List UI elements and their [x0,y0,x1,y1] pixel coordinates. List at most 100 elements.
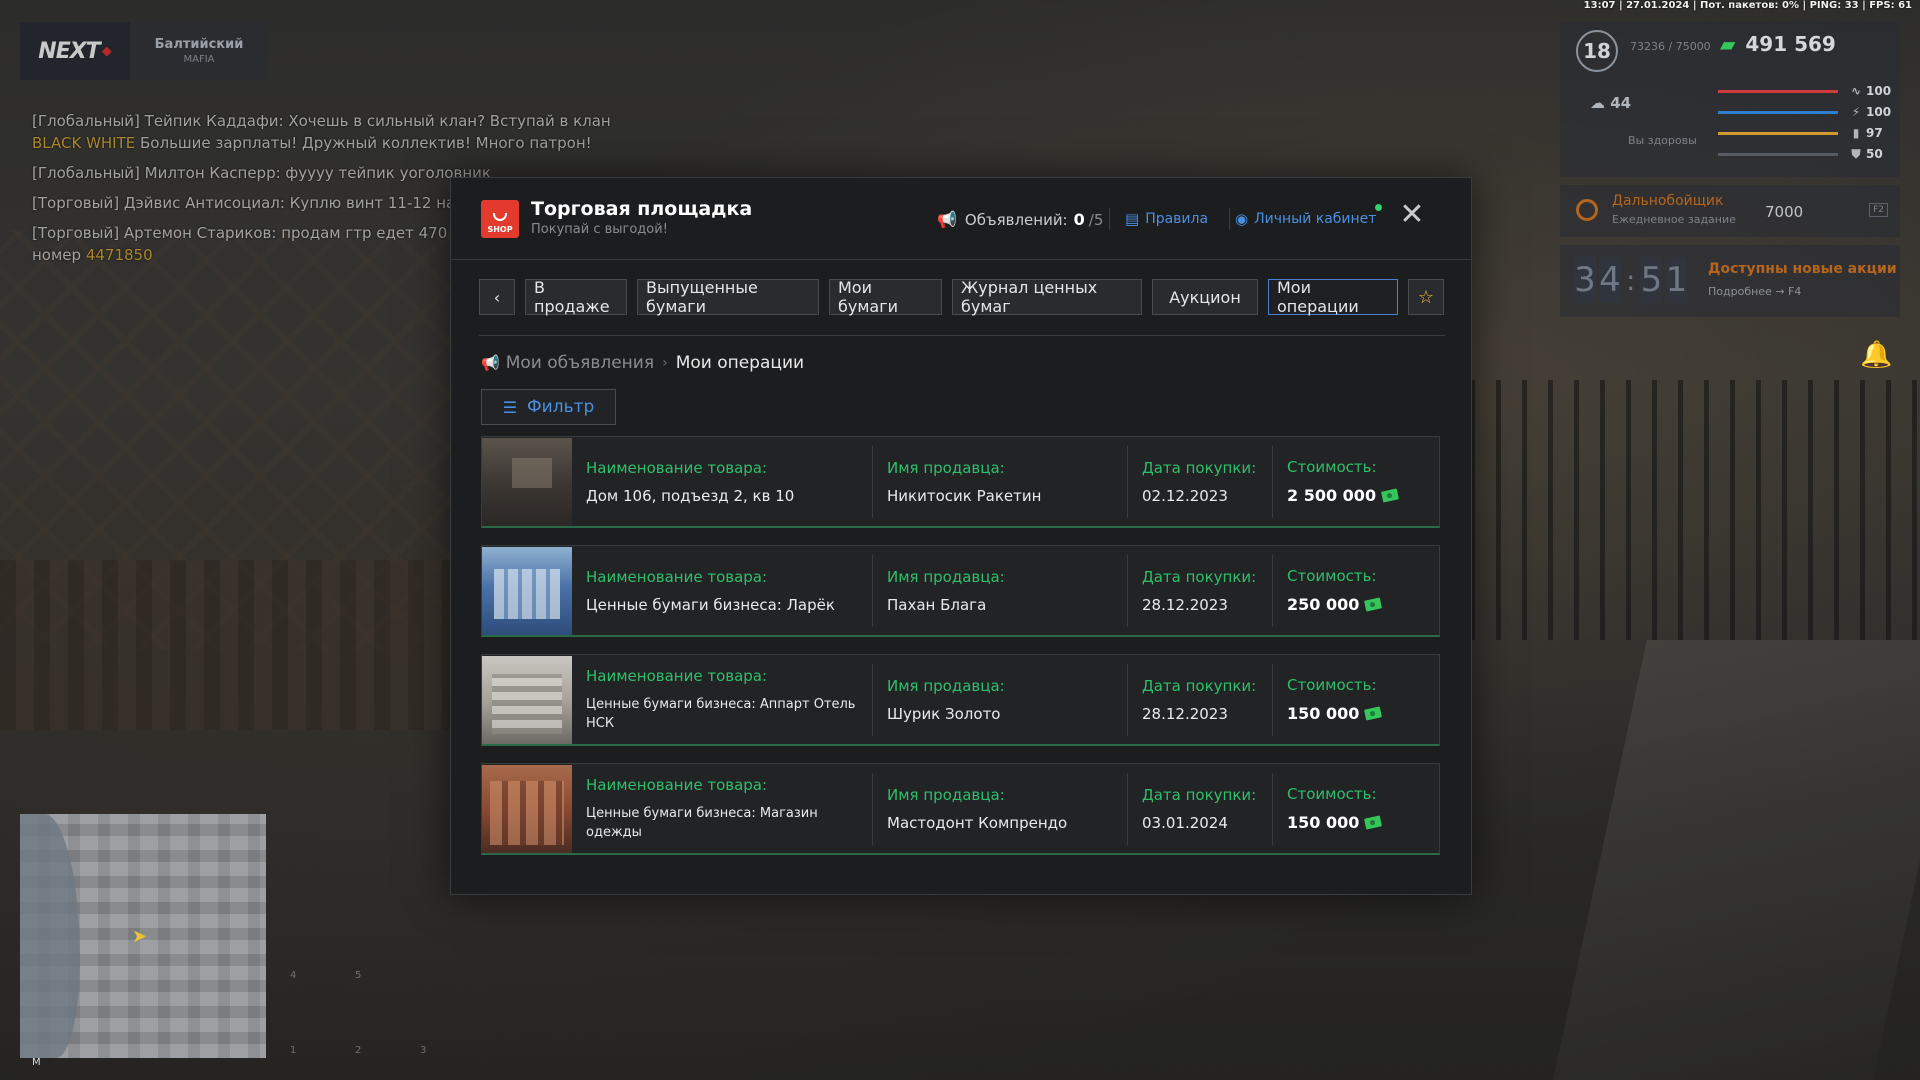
operation-row[interactable]: Наименование товара: Ценные бумаги бизне… [481,545,1440,637]
money-icon [1364,815,1383,830]
item-name-cell: Наименование товара: Ценные бумаги бизне… [572,555,872,627]
seller-name: Никитосик Ракетин [887,486,1042,505]
server-info: Балтийский MAFIA [130,22,268,80]
cabinet-link[interactable]: ◉ Личный кабинет [1235,210,1376,228]
purchase-date: 28.12.2023 [1142,704,1228,723]
server-name: Балтийский [154,37,244,52]
item-name: Ценные бумаги бизнеса: Магазин одежды [586,805,818,840]
server-logo: NEXT ◆ Балтийский MAFIA [20,22,268,80]
seller-cell: Имя продавца: Мастодонт Компрендо [872,772,1127,845]
level-badge: 18 [1576,30,1618,72]
player-arrow-icon: ➤ [132,926,148,947]
food-icon: ▮ [1852,126,1860,140]
shop-logo: SHOP [481,200,519,238]
breadcrumb: 📢 Мои объявления › Мои операции [481,353,804,373]
modal-title: Торговая площадка [531,198,753,220]
ads-max: /5 [1088,210,1104,229]
timer-digit: 3 [1574,257,1596,303]
header-divider [1229,208,1230,230]
price-cell: Стоимость: 2 500 000 [1272,445,1439,518]
header-divider [1109,208,1110,230]
tab-securities-journal[interactable]: Журнал ценных бумаг [952,278,1142,316]
sliders-icon: ☰ [502,397,518,417]
seller-name: Шурик Золото [887,704,1001,723]
megaphone-icon: 📢 [937,210,957,229]
date-cell: Дата покупки: 28.12.2023 [1127,663,1272,736]
daily-quest[interactable]: Дальнобойщик Ежедневное задание 7000 F2 [1560,185,1900,237]
logo-rp-mark: ◆ [101,43,112,59]
filter-button[interactable]: ☰ Фильтр [481,389,616,425]
tab-bar: ‹ В продаже Выпущенные бумаги Мои бумаги… [479,278,1454,316]
item-thumbnail [482,437,572,526]
hotbar: 4 5 1 2 3 [280,925,510,1065]
water-bar [1718,110,1838,114]
tab-issued-papers[interactable]: Выпущенные бумаги [637,278,819,316]
chat-line: [Глобальный] Тейпик Каддафи: Хочешь в си… [32,112,611,152]
tab-for-sale[interactable]: В продаже [525,278,627,316]
minimap-water [20,814,80,1058]
price-cell: Стоимость: 150 000 [1272,772,1439,845]
item-thumbnail [482,764,572,853]
timer-digit: 1 [1665,257,1688,303]
money-icon [1364,597,1383,612]
heartbeat-bar [1718,89,1838,93]
rules-link[interactable]: ▤ Правила [1125,210,1208,228]
tab-divider [479,335,1445,336]
seller-cell: Имя продавца: Шурик Золото [872,663,1127,736]
next-logo: NEXT ◆ [20,22,130,80]
item-name: Ценные бумаги бизнеса: Ларёк [586,595,835,614]
timer-separator: : [1626,263,1636,297]
promo-timer: 3 4 : 5 1 [1574,257,1690,303]
tab-my-operations[interactable]: Мои операции [1268,278,1398,316]
cloud-icon: ☁ [1590,94,1611,112]
date-cell: Дата покупки: 02.12.2023 [1127,445,1272,518]
quest-hotkey: F2 [1869,203,1888,217]
tab-auction[interactable]: Аукцион [1152,279,1258,315]
hotbar-slot: 1 [290,1045,297,1056]
exp-counter: 73236 / 75000 [1630,40,1711,53]
bell-icon[interactable]: 🔔 [1860,340,1892,370]
item-name-cell: Наименование товара: Дом 106, подъезд 2,… [572,446,872,518]
promo-panel[interactable]: 3 4 : 5 1 Доступны новые акции Подробнее… [1560,245,1900,317]
tab-my-papers[interactable]: Мои бумаги [829,278,942,316]
item-thumbnail [482,655,572,744]
food-bar [1718,131,1838,135]
hotbar-slot: 4 [290,970,297,981]
seller-name: Мастодонт Компрендо [887,813,1068,832]
operation-row[interactable]: Наименование товара: Ценные бумаги бизне… [481,654,1440,746]
minimap-key: M [32,1057,41,1068]
heartbeat-icon: ∿ [1850,84,1862,98]
breadcrumb-parent[interactable]: Мои объявления [506,353,654,373]
close-button[interactable]: ✕ [1397,200,1427,230]
money-icon [1381,488,1400,503]
money-icon: ▰ [1720,32,1736,56]
user-icon: ◉ [1235,210,1249,228]
operation-row[interactable]: Наименование товара: Ценные бумаги бизне… [481,763,1440,855]
item-thumbnail [482,546,572,635]
megaphone-icon: 📢 [481,354,500,372]
seller-cell: Имя продавца: Никитосик Ракетин [872,445,1127,518]
ads-count: 0 [1073,210,1085,229]
promo-title: Доступны новые акции [1708,261,1897,277]
item-name-cell: Наименование товара: Ценные бумаги бизне… [572,664,872,736]
chevron-right-icon: › [662,355,668,371]
favorites-button[interactable]: ☆ [1408,279,1444,315]
online-indicator [1375,204,1382,211]
shop-logo-text: SHOP [487,225,513,234]
item-name-cell: Наименование товара: Ценные бумаги бизне… [572,773,872,845]
chevron-left-icon: ‹ [493,287,501,307]
temperature: ☁ 44 [1590,94,1632,112]
price: 250 000 [1287,595,1439,614]
timer-digit: 4 [1599,257,1621,303]
modal-subtitle: Покупай с выгодой! [531,222,668,237]
hotbar-slot: 2 [355,1045,362,1056]
item-name: Ценные бумаги бизнеса: Аппарт Отель НСК [586,696,856,731]
operation-row[interactable]: Наименование товара: Дом 106, подъезд 2,… [481,436,1440,528]
timer-digit: 5 [1640,257,1663,303]
purchase-date: 28.12.2023 [1142,595,1228,614]
player-hud: 18 73236 / 75000 ▰ 491 569 ☁ 44 Вы здоров… [1560,22,1900,177]
smile-icon [493,213,507,221]
price: 150 000 [1287,704,1439,723]
purchase-date: 02.12.2023 [1142,486,1228,505]
back-button[interactable]: ‹ [479,279,515,315]
